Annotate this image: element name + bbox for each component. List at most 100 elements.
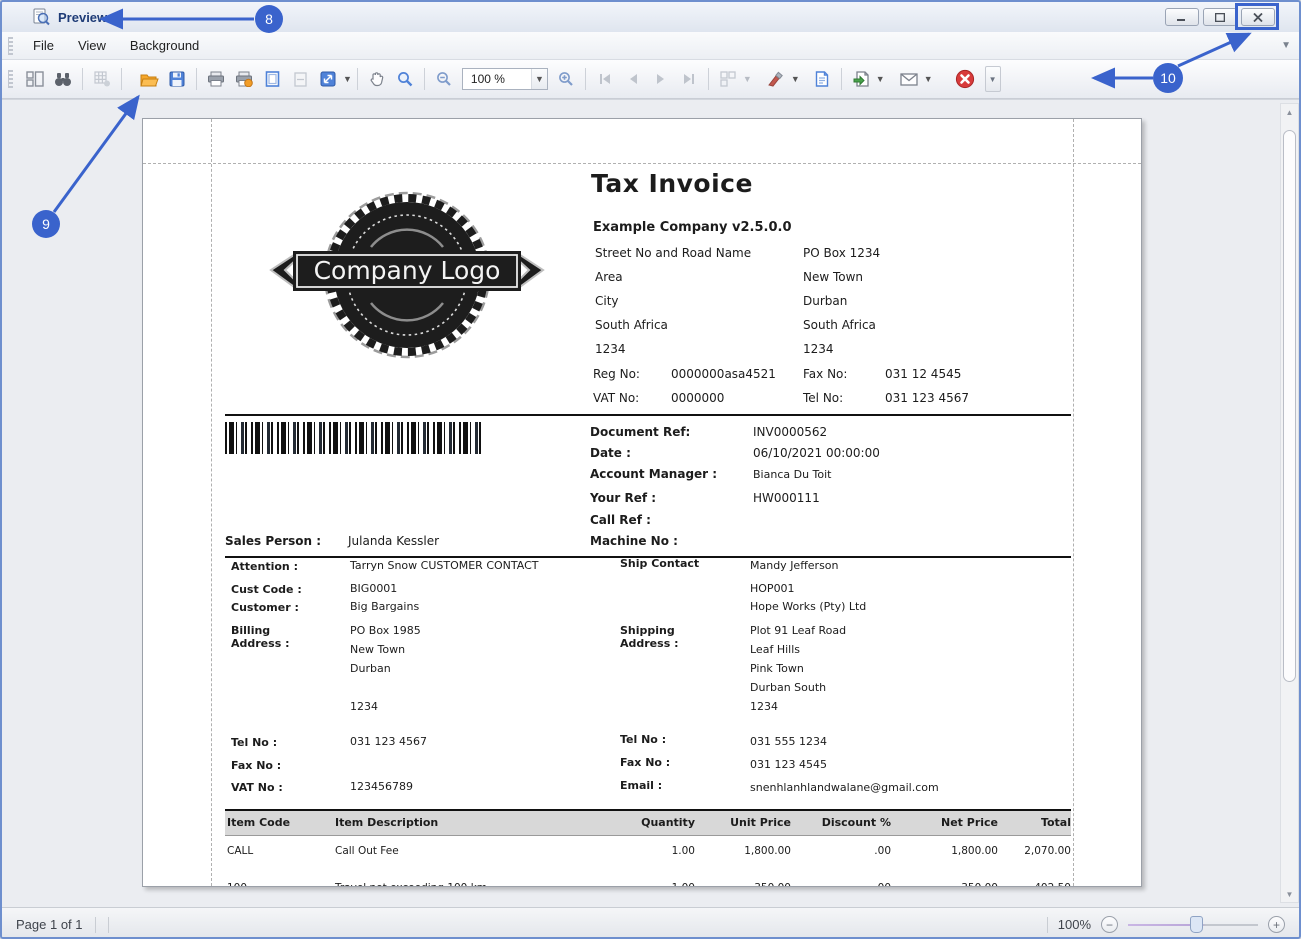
last-page-icon	[675, 65, 703, 93]
customer-tel-label: Tel No :	[231, 736, 277, 749]
machine-no-label: Machine No :	[590, 534, 678, 548]
company-fax-label: Fax No:	[803, 367, 847, 381]
sales-person-value: Julanda Kessler	[348, 534, 439, 548]
document-map-icon[interactable]	[21, 65, 49, 93]
ship-email-label: Email :	[620, 779, 662, 792]
docref-value: INV0000562	[753, 425, 827, 439]
menu-view[interactable]: View	[66, 34, 118, 57]
close-preview-icon[interactable]	[951, 65, 979, 93]
company-postcode: 1234	[595, 342, 626, 356]
zoom-decrease-icon[interactable]: −	[1101, 916, 1118, 933]
close-button-highlight	[1235, 3, 1279, 30]
col-total: Total	[998, 816, 1071, 829]
customer-fax-label: Fax No :	[231, 759, 281, 772]
scale-icon[interactable]	[314, 65, 342, 93]
scroll-up-icon[interactable]: ▲	[1281, 104, 1298, 120]
col-discount: Discount %	[791, 816, 891, 829]
margin-guide-left	[211, 119, 212, 886]
company-tel-label: Tel No:	[803, 391, 843, 405]
magnifier-icon[interactable]	[391, 65, 419, 93]
invoice-page: Tax Invoice Company Logo Example Company…	[142, 118, 1142, 887]
zoom-slider[interactable]	[1128, 915, 1258, 935]
date-value: 06/10/2021 00:00:00	[753, 446, 880, 460]
company-po-city: Durban	[803, 294, 847, 308]
company-fax-value: 031 12 4545	[885, 367, 961, 381]
preview-window: Preview File View Background ▼	[0, 0, 1301, 939]
print-icon[interactable]	[202, 65, 230, 93]
send-email-icon[interactable]	[895, 65, 923, 93]
customer-tel-value: 031 123 4567	[350, 735, 427, 748]
minimize-button[interactable]	[1165, 8, 1199, 26]
col-net-price: Net Price	[891, 816, 998, 829]
toolbar: ▼ 100 % ▼	[2, 60, 1299, 99]
export-document-icon[interactable]	[847, 65, 875, 93]
billing-line: Durban	[350, 662, 391, 675]
billing-address-label: Billing Address :	[231, 624, 289, 650]
shipping-address-label: Shipping Address :	[620, 624, 678, 650]
email-dropdown-icon[interactable]: ▼	[924, 74, 933, 84]
title-bar: Preview	[2, 2, 1299, 32]
menubar-drag-grip[interactable]	[8, 37, 13, 55]
page-margins-icon	[286, 65, 314, 93]
col-item-code: Item Code	[225, 816, 335, 829]
attention-label: Attention :	[231, 560, 298, 573]
vertical-scrollbar[interactable]: ▲ ▼	[1280, 103, 1299, 903]
page-setup-icon[interactable]	[258, 65, 286, 93]
zoom-combobox-dropdown-icon[interactable]: ▼	[531, 69, 547, 89]
preview-area: Tax Invoice Company Logo Example Company…	[2, 99, 1301, 907]
billing-line: PO Box 1985	[350, 624, 421, 637]
menubar-overflow-icon[interactable]: ▼	[1281, 40, 1291, 51]
table-row: CALL Call Out Fee 1.00 1,800.00 .00 1,80…	[225, 836, 1071, 866]
next-page-icon	[647, 65, 675, 93]
zoom-in-icon[interactable]	[552, 65, 580, 93]
col-unit-price: Unit Price	[695, 816, 791, 829]
shipping-line: 1234	[750, 700, 778, 713]
attention-value: Tarryn Snow CUSTOMER CONTACT	[350, 559, 538, 572]
zoom-increase-icon[interactable]: +	[1268, 916, 1285, 933]
zoom-out-icon[interactable]	[430, 65, 458, 93]
your-ref-value: HW000111	[753, 491, 820, 505]
menu-file[interactable]: File	[21, 34, 66, 57]
quick-print-icon[interactable]	[230, 65, 258, 93]
scrollbar-thumb[interactable]	[1283, 130, 1296, 682]
table-row: 100 Travel not exceeding 100 km 1.00 350…	[225, 866, 1071, 887]
your-ref-label: Your Ref :	[590, 491, 656, 505]
menu-bar: File View Background ▼	[2, 32, 1299, 60]
open-document-icon[interactable]	[135, 65, 163, 93]
multiple-pages-dropdown-icon: ▼	[743, 74, 752, 84]
toolbar-overflow-icon[interactable]: ▼	[985, 66, 1001, 92]
company-vat-label: VAT No:	[593, 391, 639, 405]
docref-label: Document Ref:	[590, 425, 690, 439]
hand-tool-icon[interactable]	[363, 65, 391, 93]
save-icon[interactable]	[163, 65, 191, 93]
company-po-town: New Town	[803, 270, 863, 284]
ship-contact-line: HOP001	[750, 582, 795, 595]
maximize-button[interactable]	[1203, 8, 1237, 26]
zoom-percent-label: 100%	[1058, 917, 1091, 932]
zoom-combobox[interactable]: 100 % ▼	[462, 68, 548, 90]
cust-code-value: BIG0001	[350, 582, 397, 595]
shipping-line: Leaf Hills	[750, 643, 800, 656]
customize-properties-icon[interactable]	[808, 65, 836, 93]
customer-value: Big Bargains	[350, 600, 419, 613]
first-page-icon	[591, 65, 619, 93]
preview-window-icon	[32, 8, 50, 26]
customer-vat-value: 123456789	[350, 780, 413, 793]
ship-fax-value: 031 123 4545	[750, 758, 827, 771]
watermark-dropdown-icon[interactable]: ▼	[791, 74, 800, 84]
ship-contact-line: Mandy Jefferson	[750, 559, 839, 572]
scale-dropdown-icon[interactable]: ▼	[343, 74, 352, 84]
zoom-slider-thumb[interactable]	[1190, 916, 1203, 933]
company-tel-value: 031 123 4567	[885, 391, 969, 405]
menu-background[interactable]: Background	[118, 34, 211, 57]
zoom-value[interactable]: 100 %	[463, 72, 531, 86]
watermark-icon[interactable]	[762, 65, 790, 93]
export-dropdown-icon[interactable]: ▼	[876, 74, 885, 84]
billing-line: 1234	[350, 700, 378, 713]
toolbar-drag-grip[interactable]	[8, 70, 13, 88]
search-icon[interactable]	[49, 65, 77, 93]
company-city: City	[595, 294, 619, 308]
company-area: Area	[595, 270, 623, 284]
items-table: Item Code Item Description Quantity Unit…	[225, 809, 1071, 887]
scroll-down-icon[interactable]: ▼	[1281, 886, 1298, 902]
